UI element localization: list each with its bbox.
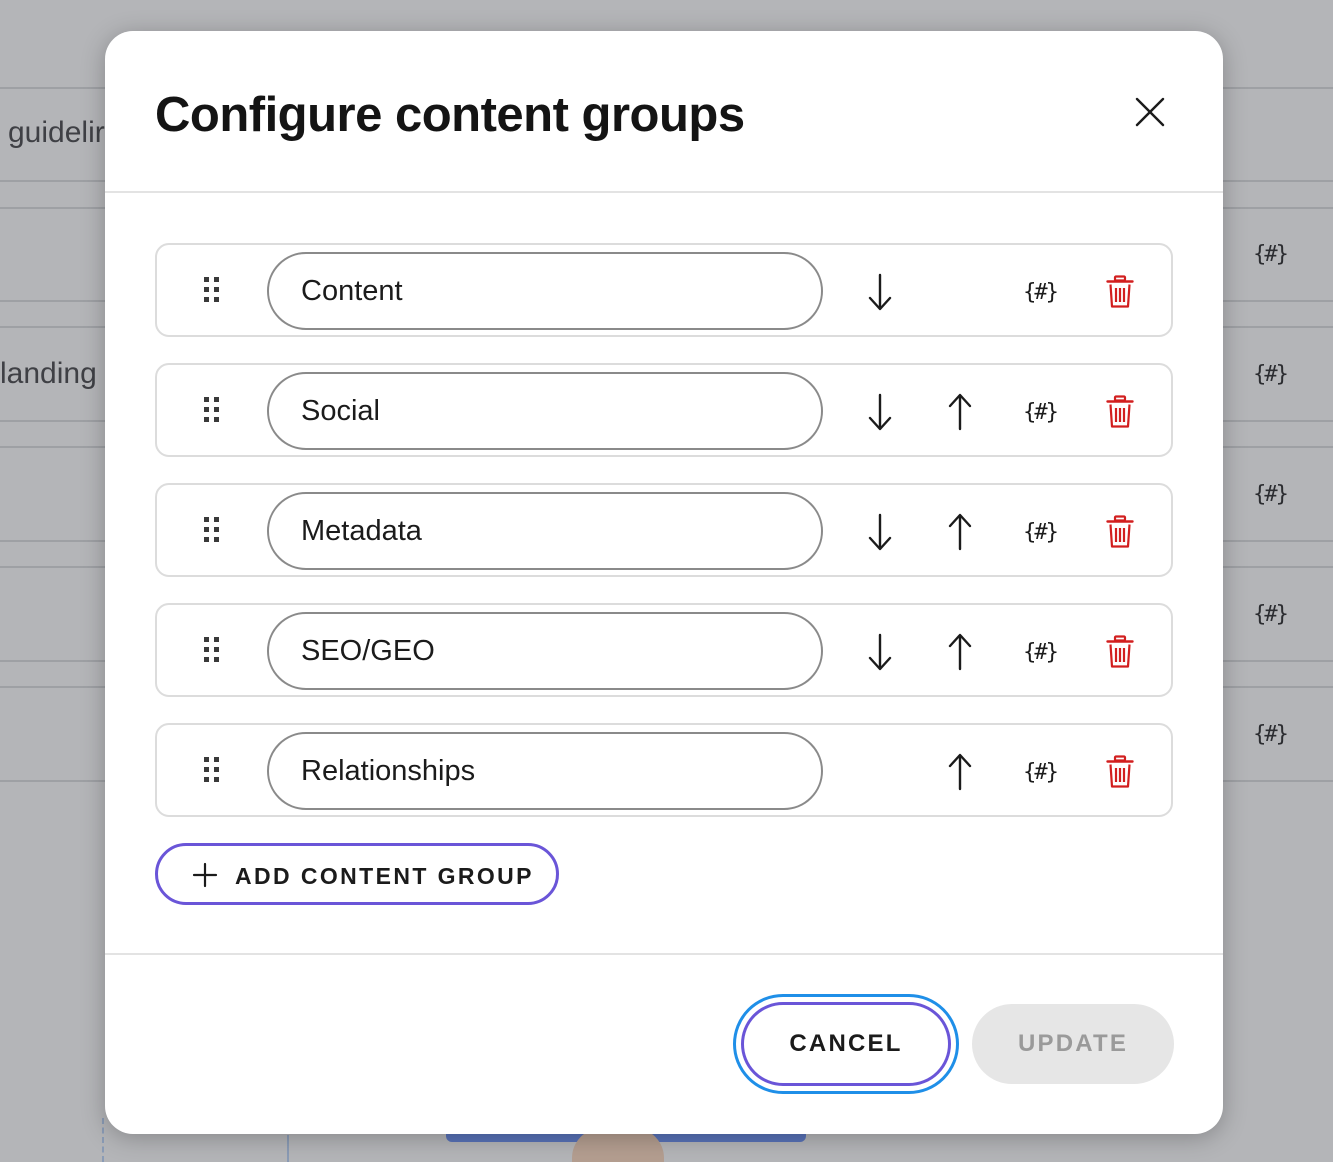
close-icon (1135, 97, 1165, 127)
drag-handle[interactable] (195, 393, 229, 429)
group-name-input[interactable] (267, 732, 823, 810)
drag-handle[interactable] (195, 753, 229, 789)
plus-icon (192, 862, 218, 888)
group-name-input[interactable] (267, 252, 823, 330)
variable-icon: {#} (1253, 481, 1289, 507)
trash-icon (1106, 635, 1134, 668)
variable-icon: {#} (1023, 639, 1059, 665)
move-up-button[interactable] (938, 510, 982, 554)
delete-group-button[interactable] (1098, 630, 1142, 674)
trash-icon (1106, 515, 1134, 548)
group-name-input[interactable] (267, 612, 823, 690)
variable-icon: {#} (1023, 759, 1059, 785)
delete-group-button[interactable] (1098, 510, 1142, 554)
background-line (287, 1135, 289, 1162)
move-up-button[interactable] (938, 390, 982, 434)
arrow-down-icon (868, 513, 892, 551)
content-group-row: {#} (155, 603, 1173, 697)
move-down-button[interactable] (858, 390, 902, 434)
move-up-button[interactable] (938, 630, 982, 674)
group-name-input[interactable] (267, 372, 823, 450)
drag-handle-icon (204, 397, 219, 422)
update-button[interactable]: UPDATE (972, 1004, 1174, 1084)
move-up-button[interactable] (938, 750, 982, 794)
variables-button[interactable]: {#} (1018, 750, 1062, 794)
variables-button[interactable]: {#} (1018, 390, 1062, 434)
add-content-group-button[interactable]: ADD CONTENT GROUP (155, 843, 559, 905)
drag-handle-icon (204, 517, 219, 542)
arrow-up-icon (948, 513, 972, 551)
cancel-button[interactable]: CANCEL (741, 1002, 951, 1086)
variable-icon: {#} (1253, 241, 1289, 267)
close-button[interactable] (1129, 91, 1171, 133)
drag-handle[interactable] (195, 513, 229, 549)
trash-icon (1106, 755, 1134, 788)
content-group-row: {#} (155, 243, 1173, 337)
variables-button[interactable]: {#} (1018, 630, 1062, 674)
background-dashed-line (102, 1118, 104, 1162)
add-content-group-label: ADD CONTENT GROUP (235, 863, 534, 889)
arrow-up-icon (948, 633, 972, 671)
variable-icon: {#} (1023, 279, 1059, 305)
footer-divider (105, 953, 1223, 955)
arrow-up-icon (948, 393, 972, 431)
header-divider (105, 191, 1223, 193)
content-group-row: {#} (155, 483, 1173, 577)
variable-icon: {#} (1023, 399, 1059, 425)
dialog-title: Configure content groups (155, 88, 745, 142)
variable-icon: {#} (1253, 721, 1289, 747)
variable-icon: {#} (1023, 519, 1059, 545)
arrow-up-icon (948, 753, 972, 791)
delete-group-button[interactable] (1098, 390, 1142, 434)
content-group-row: {#} (155, 363, 1173, 457)
arrow-down-icon (868, 273, 892, 311)
move-down-button[interactable] (858, 270, 902, 314)
delete-group-button[interactable] (1098, 270, 1142, 314)
arrow-down-icon (868, 633, 892, 671)
drag-handle[interactable] (195, 633, 229, 669)
background-text: landing (0, 357, 97, 390)
drag-handle-icon (204, 637, 219, 662)
drag-handle-icon (204, 757, 219, 782)
drag-handle-icon (204, 277, 219, 302)
variable-icon: {#} (1253, 361, 1289, 387)
drag-handle[interactable] (195, 273, 229, 309)
trash-icon (1106, 275, 1134, 308)
move-down-button[interactable] (858, 630, 902, 674)
configure-content-groups-dialog: Configure content groups Content {#} Soc… (105, 31, 1223, 1134)
group-name-input[interactable] (267, 492, 823, 570)
delete-group-button[interactable] (1098, 750, 1142, 794)
move-down-button[interactable] (858, 510, 902, 554)
background-text: guidelir (8, 116, 105, 149)
dialog-header: Configure content groups (105, 31, 1223, 191)
variable-icon: {#} (1253, 601, 1289, 627)
variables-button[interactable]: {#} (1018, 270, 1062, 314)
variables-button[interactable]: {#} (1018, 510, 1062, 554)
content-group-row: {#} (155, 723, 1173, 817)
trash-icon (1106, 395, 1134, 428)
arrow-down-icon (868, 393, 892, 431)
